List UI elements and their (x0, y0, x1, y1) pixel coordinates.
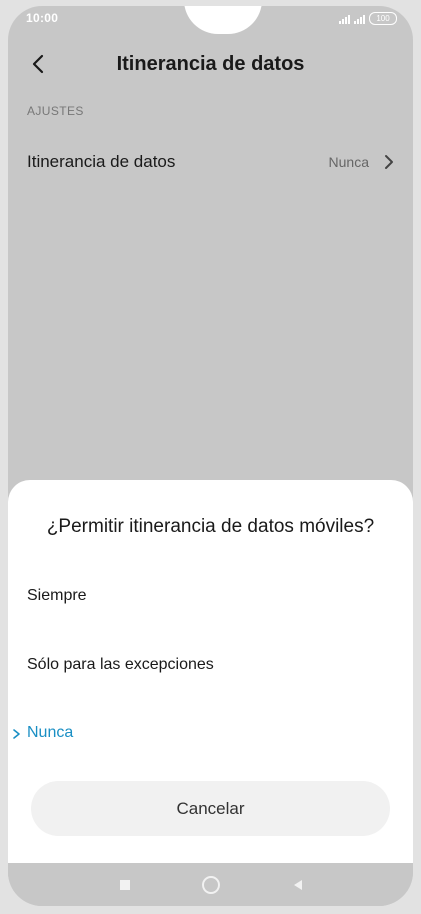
dialog-title: ¿Permitir itinerancia de datos móviles? (46, 516, 375, 537)
status-icons: 100 (339, 12, 397, 25)
triangle-back-icon (294, 880, 302, 890)
option-label: Siempre (27, 587, 87, 604)
page-title: Itinerancia de datos (116, 53, 305, 75)
device-frame: 10:00 100 Itinerancia de datos AJUSTES I… (0, 0, 421, 914)
option-label: Sólo para las excepciones (27, 656, 214, 673)
home-button[interactable] (199, 873, 223, 897)
cancel-button[interactable]: Cancelar (31, 781, 390, 836)
option-excepciones[interactable]: Sólo para las excepciones (8, 644, 413, 688)
circle-icon (202, 876, 220, 894)
signal-icon (354, 14, 365, 24)
chevron-right-icon (13, 729, 20, 739)
roaming-dialog: ¿Permitir itinerancia de datos móviles? … (8, 480, 413, 863)
battery-icon: 100 (369, 12, 397, 25)
option-siempre[interactable]: Siempre (8, 575, 413, 619)
recent-apps-button[interactable] (113, 873, 137, 897)
data-roaming-setting-row[interactable]: Itinerancia de datos Nunca (8, 142, 413, 182)
option-label: Nunca (27, 724, 74, 741)
back-nav-button[interactable] (286, 873, 310, 897)
status-time: 10:00 (26, 11, 59, 25)
screen: 10:00 100 Itinerancia de datos AJUSTES I… (8, 6, 413, 906)
navigation-bar (8, 863, 413, 906)
signal-icon (339, 14, 350, 24)
battery-level: 100 (376, 14, 390, 23)
section-label: AJUSTES (27, 104, 84, 118)
setting-label: Itinerancia de datos (27, 152, 176, 171)
square-icon (120, 880, 130, 890)
option-nunca[interactable]: Nunca (8, 712, 413, 756)
setting-value: Nunca (328, 154, 369, 170)
chevron-right-icon (385, 155, 393, 169)
app-header: Itinerancia de datos (8, 42, 413, 86)
